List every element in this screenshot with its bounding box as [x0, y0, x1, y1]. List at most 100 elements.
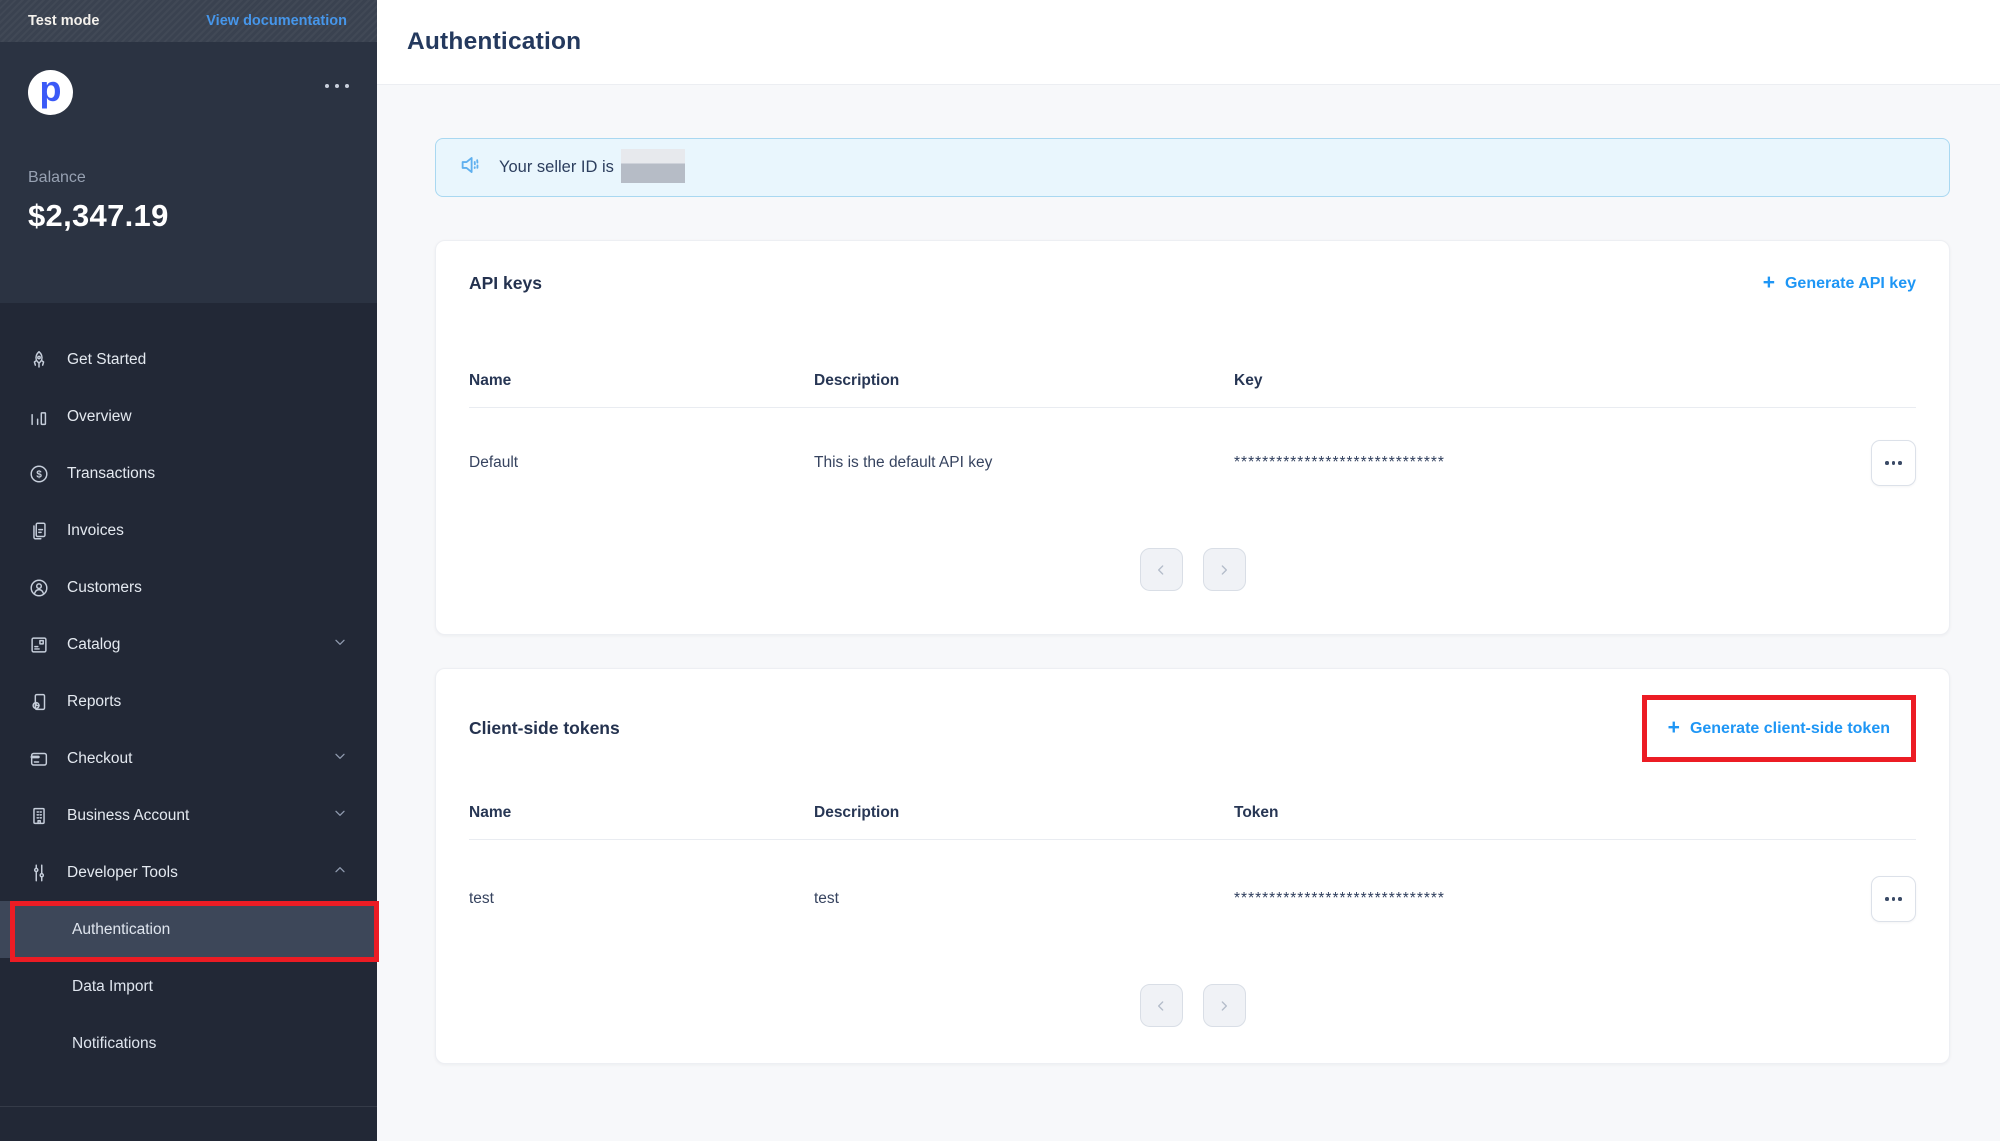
card-title: API keys: [469, 273, 542, 293]
generate-client-side-token-label: Generate client-side token: [1689, 719, 1890, 737]
api-key-description: This is the default API key: [814, 454, 993, 471]
next-page-button[interactable]: [1202, 984, 1246, 1027]
bar-chart-icon: [28, 406, 50, 428]
sidebar-item-label: Catalog: [67, 635, 121, 653]
prev-page-button[interactable]: [1139, 984, 1183, 1027]
paddle-logo-letter: p: [39, 67, 62, 109]
sidebar-item-label: Business Account: [67, 806, 190, 824]
row-more-button[interactable]: [1871, 876, 1916, 922]
client-side-tokens-pagination: [469, 984, 1916, 1027]
report-icon: [28, 691, 50, 713]
sidebar-item-label: Reports: [67, 692, 122, 710]
test-mode-bar: Test mode View documentation: [0, 0, 377, 42]
client-side-tokens-card: Client-side tokens + Generate client-sid…: [435, 668, 1950, 1064]
svg-text:$: $: [36, 469, 42, 480]
balance-label: Balance: [28, 169, 86, 186]
plus-icon: +: [1667, 716, 1680, 739]
seller-id-text: Your seller ID is: [499, 158, 614, 176]
column-header-name: Name: [469, 804, 512, 821]
column-header-description: Description: [814, 804, 900, 821]
api-keys-pagination: [469, 548, 1916, 591]
column-header-name: Name: [469, 372, 512, 389]
chevron-down-icon: [332, 748, 348, 769]
sidebar-item-invoices[interactable]: Invoices: [0, 502, 377, 559]
chevron-right-icon: [1221, 1000, 1227, 1011]
view-documentation-link[interactable]: View documentation: [206, 13, 347, 29]
credit-card-icon: [28, 748, 50, 770]
building-icon: [28, 805, 50, 827]
dollar-circle-icon: $: [28, 463, 50, 485]
balance-value: $2,347.19: [28, 198, 169, 233]
plus-icon: +: [1762, 271, 1775, 294]
megaphone-icon: [457, 152, 483, 183]
chevron-up-icon: [332, 862, 348, 883]
generate-client-side-token-button[interactable]: + Generate client-side token: [1667, 716, 1890, 739]
sidebar-item-reports[interactable]: Reports: [0, 673, 377, 730]
token-masked-value: ******************************: [1234, 890, 1445, 907]
sidebar-item-label: Invoices: [67, 521, 124, 539]
api-key-masked-value: ******************************: [1234, 454, 1445, 471]
chevron-down-icon: [332, 634, 348, 655]
page-header: Authentication: [377, 0, 2000, 85]
page-content: Your seller ID is API keys + Generate AP…: [377, 85, 2000, 1141]
sidebar-item-label: Authentication: [72, 920, 171, 938]
token-description: test: [814, 890, 839, 907]
sidebar-item-catalog[interactable]: Catalog: [0, 616, 377, 673]
sidebar-item-label: Get Started: [67, 350, 147, 368]
table-row: Default This is the default API key ****…: [469, 408, 1916, 548]
sidebar-item-label: Transactions: [67, 464, 156, 482]
sidebar-item-overview[interactable]: Overview: [0, 388, 377, 445]
prev-page-button[interactable]: [1139, 548, 1183, 591]
sidebar-item-label: Data Import: [72, 977, 153, 995]
generate-api-key-label: Generate API key: [1784, 274, 1916, 292]
sidebar-item-business-account[interactable]: Business Account: [0, 787, 377, 844]
seller-id-redacted-value: [620, 148, 685, 183]
sidebar-item-customers[interactable]: Customers: [0, 559, 377, 616]
row-more-button[interactable]: [1871, 440, 1916, 486]
column-header-description: Description: [814, 372, 900, 389]
sidebar-item-notifications[interactable]: Notifications: [0, 1015, 377, 1072]
next-page-button[interactable]: [1202, 548, 1246, 591]
column-header-token: Token: [1234, 804, 1279, 821]
sidebar-item-label: Notifications: [72, 1034, 157, 1052]
token-name: test: [469, 890, 494, 907]
customer-icon: [28, 577, 50, 599]
seller-id-banner: Your seller ID is: [435, 138, 1950, 197]
annotation-red-box: [10, 901, 379, 962]
api-key-name: Default: [469, 454, 519, 471]
chevron-left-icon: [1158, 1000, 1164, 1011]
sidebar-menu-dots-icon[interactable]: [325, 84, 349, 88]
table-header-row: Name Description Token: [469, 804, 1916, 822]
sidebar-account-section: p Balance $2,347.19: [0, 42, 377, 303]
annotation-red-box: + Generate client-side token: [1641, 695, 1916, 762]
sidebar-item-label: Checkout: [67, 749, 133, 767]
sidebar-item-label: Customers: [67, 578, 142, 596]
card-title: Client-side tokens: [469, 718, 620, 738]
table-row: test test ******************************: [469, 840, 1916, 984]
api-keys-card: API keys + Generate API key Name Descrip…: [435, 240, 1950, 635]
test-mode-label: Test mode: [28, 13, 100, 29]
page-title: Authentication: [407, 28, 582, 55]
generate-api-key-button[interactable]: + Generate API key: [1762, 271, 1916, 294]
sidebar-item-label: Developer Tools: [67, 863, 178, 881]
main-area: Authentication Your seller ID is API key…: [377, 0, 2000, 1141]
table-header-row: Name Description Key: [469, 372, 1916, 390]
sliders-icon: [28, 862, 50, 884]
sidebar-nav: Get Started Overview $ Transactions Invo…: [0, 303, 379, 1141]
sidebar-item-checkout[interactable]: Checkout: [0, 730, 377, 787]
sidebar-item-data-import[interactable]: Data Import: [0, 958, 377, 1015]
sidebar-item-transactions[interactable]: $ Transactions: [0, 445, 377, 502]
rocket-icon: [28, 349, 50, 371]
sidebar-item-authentication[interactable]: Authentication: [0, 901, 379, 962]
paddle-logo[interactable]: p: [28, 70, 73, 115]
box-icon: [28, 634, 50, 656]
sidebar-divider: [0, 1106, 377, 1107]
sidebar-item-developer-tools[interactable]: Developer Tools: [0, 844, 377, 901]
chevron-right-icon: [1221, 564, 1227, 575]
sidebar-item-get-started[interactable]: Get Started: [0, 331, 377, 388]
column-header-key: Key: [1234, 372, 1263, 389]
invoice-icon: [28, 520, 50, 542]
chevron-down-icon: [332, 805, 348, 826]
chevron-left-icon: [1158, 564, 1164, 575]
sidebar-item-label: Overview: [67, 407, 132, 425]
